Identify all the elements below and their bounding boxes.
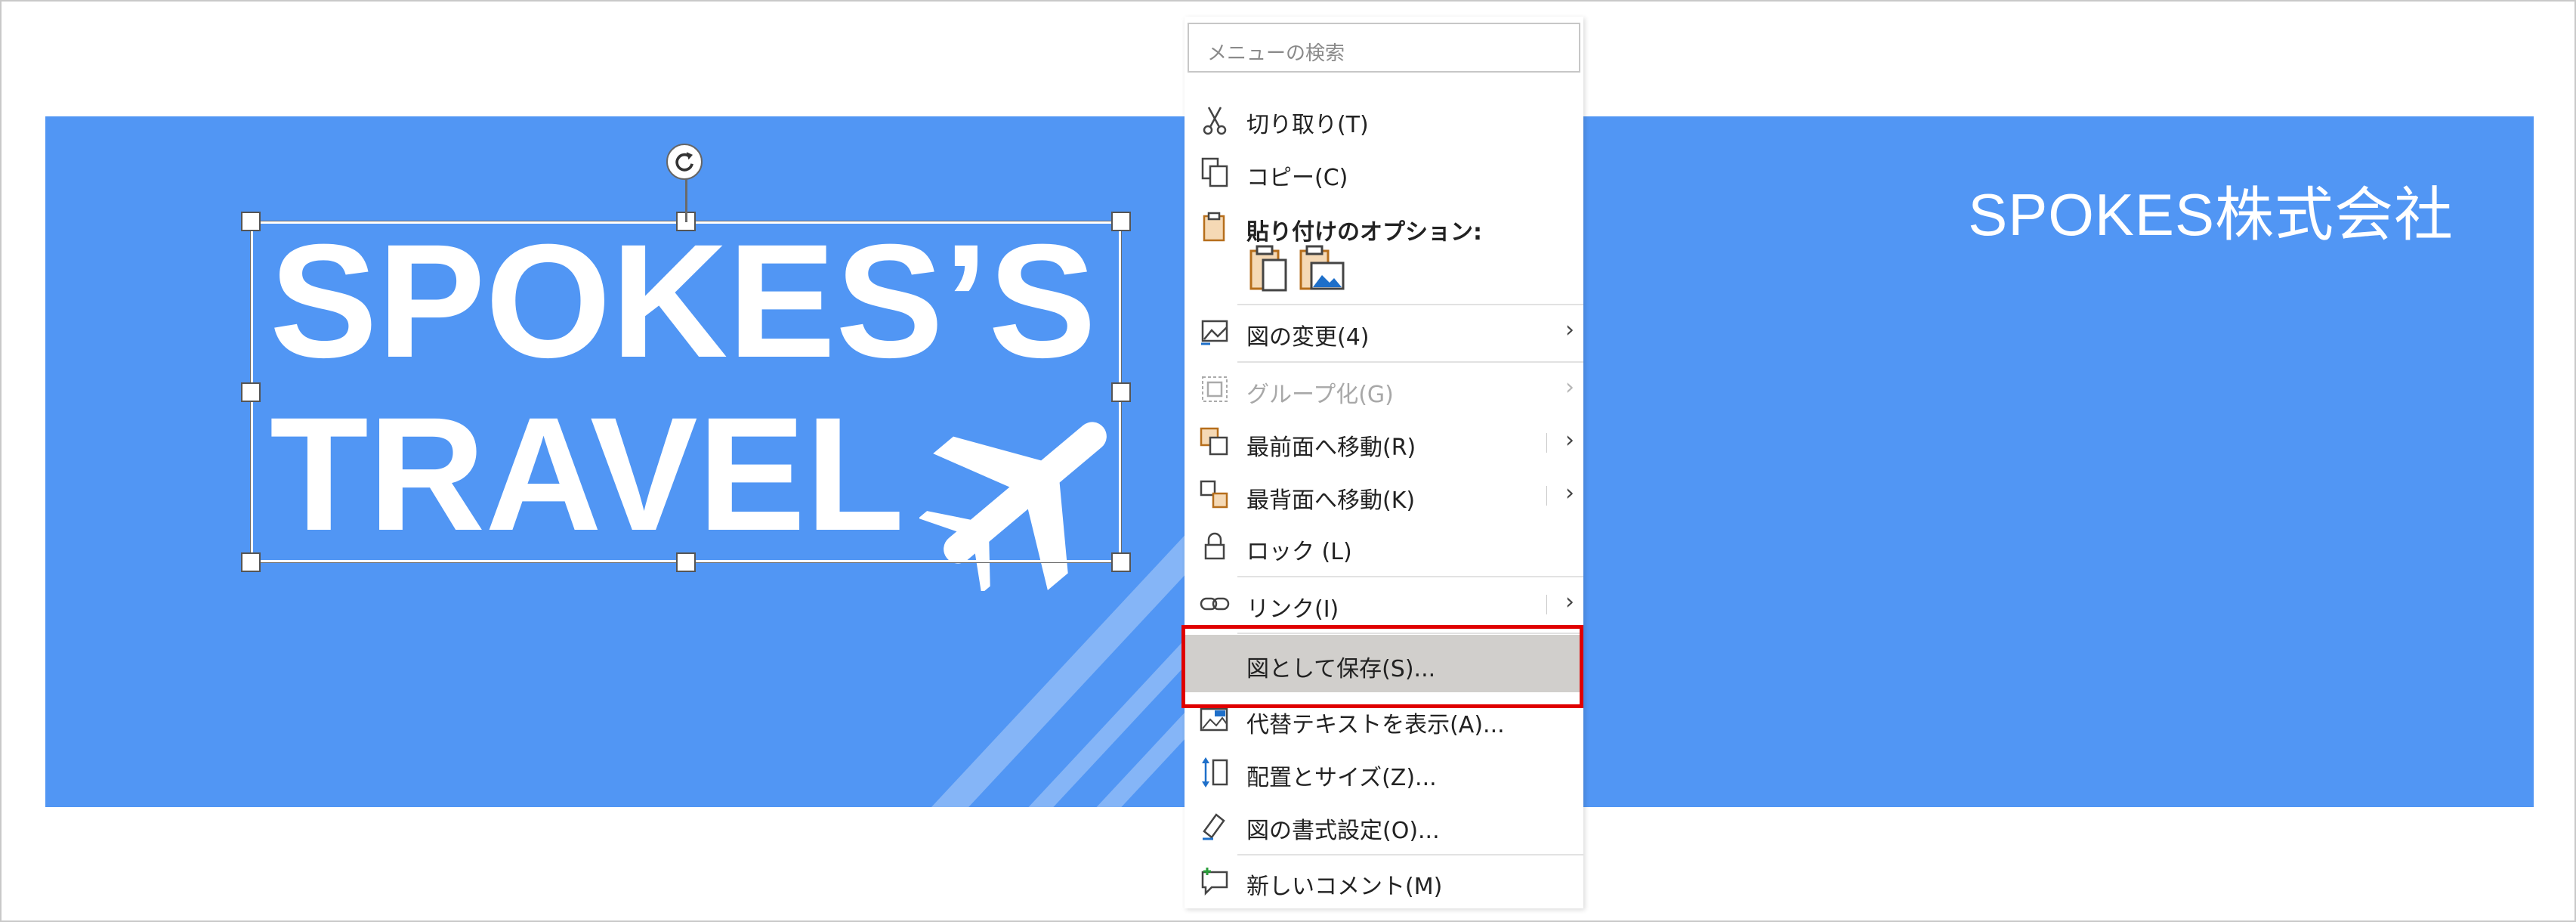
menu-label: 図の書式設定(O)... [1246,818,1440,844]
menu-paste-options-header: 貼り付けのオプション: [1185,201,1583,252]
submenu-arrow-icon: › [1565,480,1574,506]
submenu-arrow-icon: › [1565,589,1574,615]
resize-handle-nw[interactable] [241,212,261,231]
resize-handle-ne[interactable] [1111,212,1131,231]
menu-search-input[interactable]: メニューの検索 [1188,23,1580,73]
menu-item-cut[interactable]: 切り取り(T) [1185,94,1583,145]
menu-separator [1237,304,1583,305]
menu-label: 代替テキストを表示(A)... [1246,712,1505,738]
submenu-arrow-icon: › [1565,427,1574,453]
resize-handle-s[interactable] [676,552,696,572]
scissors-icon [1203,107,1227,135]
menu-item-group[interactable]: グループ化(G) › [1185,364,1583,415]
highlight-box [1181,625,1583,708]
menu-separator [1237,576,1583,577]
menu-label: 図の変更(4) [1246,324,1370,351]
paste-option-icons [1249,245,1345,292]
company-name: SPOKES株式会社 [1968,181,2454,248]
split-divider [1546,433,1547,453]
size-position-icon [1202,757,1228,787]
menu-item-size-position[interactable]: 配置とサイズ(Z)... [1185,747,1583,798]
menu-label: グループ化(G) [1246,382,1394,408]
rotate-icon[interactable] [666,144,703,180]
menu-label: ロック (L) [1246,539,1352,565]
resize-handle-w[interactable] [241,382,261,402]
menu-label: 最前面へ移動(R) [1246,435,1416,461]
change-picture-icon [1201,320,1228,345]
submenu-arrow-icon: › [1565,317,1574,343]
menu-label: 新しいコメント(M) [1246,874,1443,900]
menu-label: 貼り付けのオプション: [1246,219,1482,246]
split-divider [1546,486,1547,506]
format-picture-icon [1203,813,1225,840]
menu-label: コピー(C) [1246,165,1348,191]
menu-label: リンク(I) [1246,596,1339,623]
menu-item-send-to-back[interactable]: 最背面へ移動(K) › [1185,469,1583,521]
menu-item-lock[interactable]: ロック (L) [1185,521,1583,572]
link-icon [1200,597,1230,611]
resize-handle-se[interactable] [1111,552,1131,572]
send-to-back-icon [1200,480,1228,509]
submenu-arrow-icon: › [1565,374,1574,401]
menu-label: 配置とサイズ(Z)... [1246,765,1437,791]
split-divider [1546,595,1547,614]
menu-label: 切り取り(T) [1246,112,1369,138]
paste-keep-source-icon[interactable] [1249,245,1287,292]
menu-item-new-comment[interactable]: 新しいコメント(M) [1185,855,1583,907]
selection-box[interactable] [250,221,1122,563]
resize-handle-e[interactable] [1111,382,1131,402]
bring-to-front-icon [1200,427,1228,456]
menu-item-copy[interactable]: コピー(C) [1185,147,1583,198]
menu-item-change-picture[interactable]: 図の変更(4) › [1185,306,1583,357]
menu-item-link[interactable]: リンク(I) › [1185,578,1583,630]
resize-handle-sw[interactable] [241,552,261,572]
slide-editor-canvas: SPOKES株式会社 SPOKES’S TRAVEL メニューの検索 切り取り(… [0,0,2576,922]
paste-picture-icon[interactable] [1299,245,1345,290]
clipboard-icon [1203,212,1225,242]
menu-item-format-picture[interactable]: 図の書式設定(O)... [1185,800,1583,851]
menu-item-bring-to-front[interactable]: 最前面へ移動(R) › [1185,416,1583,468]
menu-separator [1237,361,1583,363]
menu-label: 最背面へ移動(K) [1246,487,1416,514]
rotate-stem [685,177,687,222]
group-icon [1202,376,1228,402]
context-menu: メニューの検索 切り取り(T) コピー(C) 貼り付けのオプション: 図の変更(… [1185,17,1583,908]
new-comment-icon [1201,868,1228,896]
copy-icon [1201,157,1228,187]
lock-icon [1204,532,1225,560]
